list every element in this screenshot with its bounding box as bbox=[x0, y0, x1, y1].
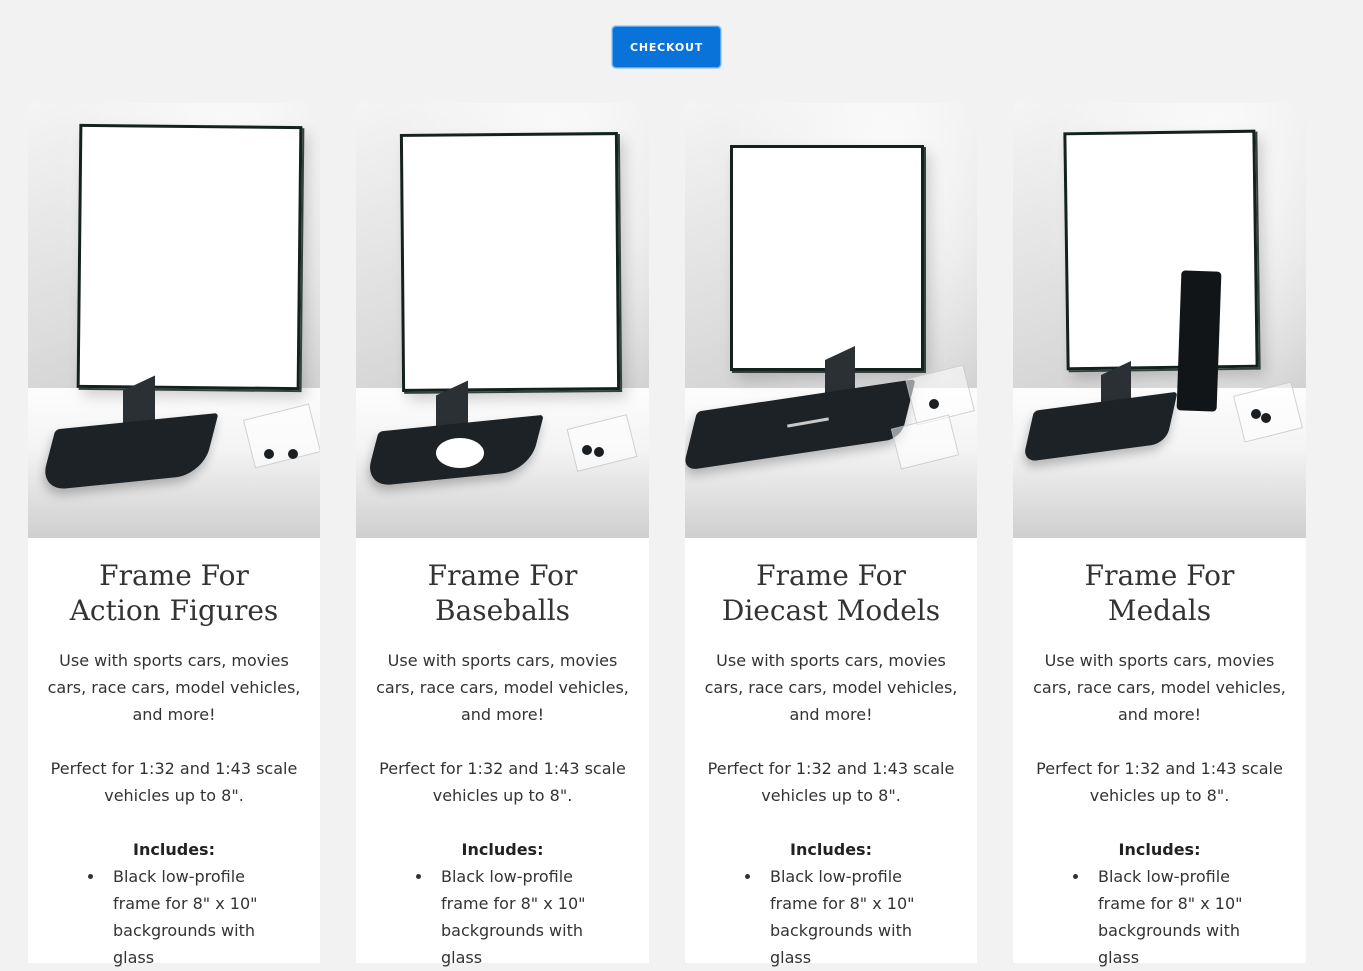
product-info: Frame For Baseballs Use with sports cars… bbox=[356, 538, 649, 971]
checkout-button[interactable]: CHECKOUT bbox=[612, 26, 721, 68]
product-photo-medals[interactable] bbox=[1013, 103, 1306, 538]
product-info: Frame For Action Figures Use with sports… bbox=[28, 538, 320, 971]
list-item: Black low-profile frame for 8" x 10" bac… bbox=[1090, 863, 1270, 971]
product-scale-note: Perfect for 1:32 and 1:43 scale vehicles… bbox=[379, 759, 626, 805]
includes-list: Black low-profile frame for 8" x 10" bac… bbox=[703, 863, 959, 971]
product-card-medals: Frame For Medals Use with sports cars, m… bbox=[1013, 103, 1306, 967]
product-title: Frame For Baseballs bbox=[427, 559, 578, 627]
medal-stand-image bbox=[1176, 270, 1222, 412]
frame-image bbox=[730, 145, 924, 371]
product-title: Frame For Diecast Models bbox=[721, 559, 941, 627]
product-description: Use with sports cars, movies cars, race … bbox=[376, 651, 629, 724]
product-description: Use with sports cars, movies cars, race … bbox=[1033, 651, 1286, 724]
product-title: Frame For Action Figures bbox=[69, 559, 279, 627]
includes-list: Black low-profile frame for 8" x 10" bac… bbox=[46, 863, 302, 971]
includes-heading: Includes: bbox=[461, 840, 544, 859]
ball-hole-image bbox=[436, 438, 484, 468]
product-description: Use with sports cars, movies cars, race … bbox=[47, 651, 301, 724]
product-photo-baseballs[interactable] bbox=[356, 103, 649, 538]
includes-list: Black low-profile frame for 8" x 10" bac… bbox=[374, 863, 631, 971]
product-scale-note: Perfect for 1:32 and 1:43 scale vehicles… bbox=[707, 759, 955, 805]
product-info: Frame For Diecast Models Use with sports… bbox=[685, 538, 977, 971]
product-scale-note: Perfect for 1:32 and 1:43 scale vehicles… bbox=[1036, 759, 1283, 805]
list-item: Black low-profile frame for 8" x 10" bac… bbox=[762, 863, 941, 971]
list-item: Black low-profile frame for 8" x 10" bac… bbox=[105, 863, 284, 971]
includes-heading: Includes: bbox=[790, 840, 872, 859]
frame-image bbox=[1063, 129, 1259, 371]
frame-image bbox=[76, 123, 303, 391]
product-scale-note: Perfect for 1:32 and 1:43 scale vehicles… bbox=[50, 759, 298, 805]
product-card-action-figures: Frame For Action Figures Use with sports… bbox=[28, 103, 320, 967]
product-photo-diecast-models[interactable] bbox=[685, 103, 977, 538]
frame-image bbox=[399, 132, 621, 392]
product-description: Use with sports cars, movies cars, race … bbox=[704, 651, 958, 724]
product-card-diecast-models: Frame For Diecast Models Use with sports… bbox=[685, 103, 977, 967]
includes-list: Black low-profile frame for 8" x 10" bac… bbox=[1031, 863, 1288, 971]
product-title: Frame For Medals bbox=[1084, 559, 1235, 627]
product-info: Frame For Medals Use with sports cars, m… bbox=[1013, 538, 1306, 971]
includes-heading: Includes: bbox=[1118, 840, 1201, 859]
includes-heading: Includes: bbox=[133, 840, 215, 859]
product-photo-action-figures[interactable] bbox=[28, 103, 320, 538]
product-card-baseballs: Frame For Baseballs Use with sports cars… bbox=[356, 103, 649, 967]
list-item: Black low-profile frame for 8" x 10" bac… bbox=[433, 863, 613, 971]
